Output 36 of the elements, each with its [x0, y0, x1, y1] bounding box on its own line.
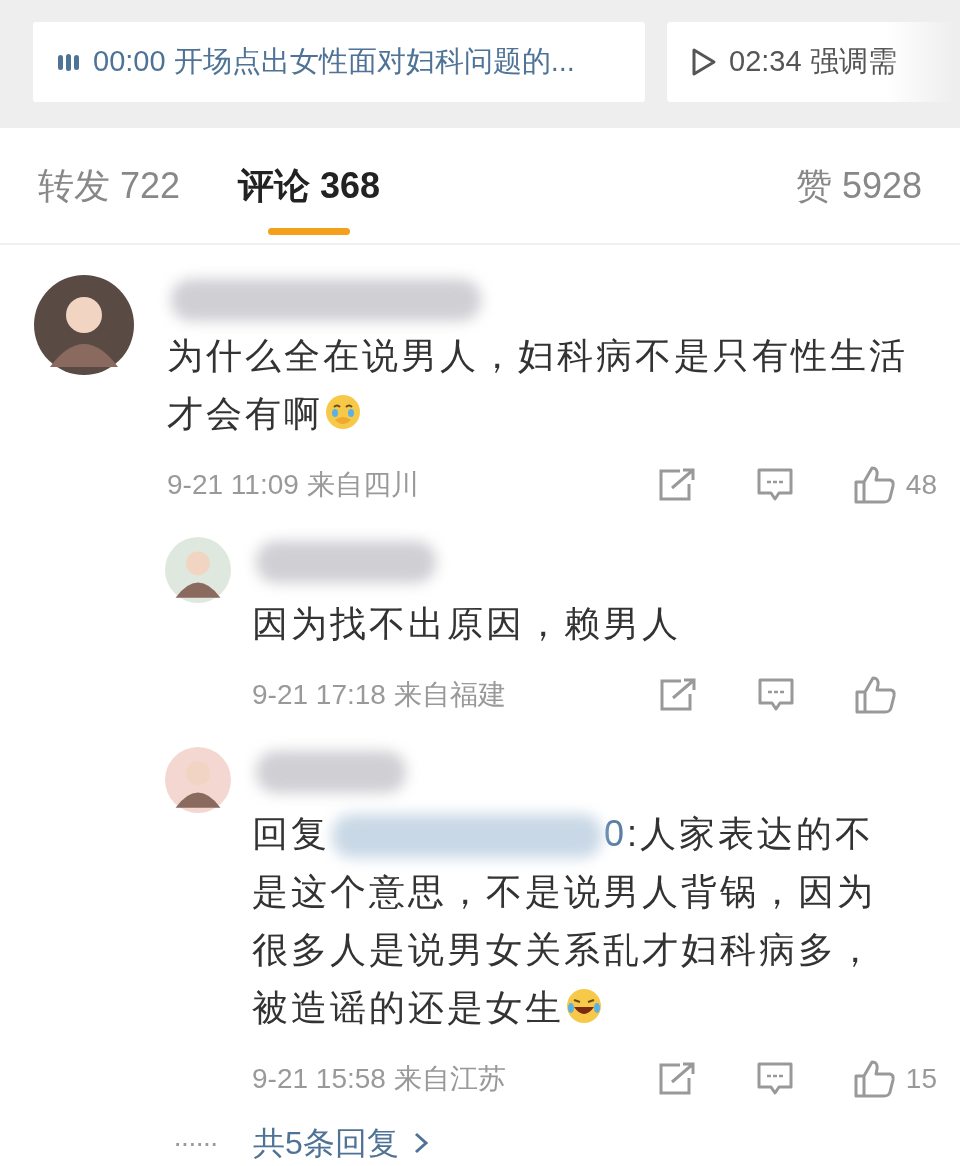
share-icon	[657, 468, 696, 502]
like-button[interactable]: 48	[853, 464, 937, 506]
reply-button[interactable]	[755, 467, 794, 503]
comment-text: 因为找不出原因，赖男人	[252, 602, 682, 646]
chapter-chip[interactable]: 00:00 开场点出女性面对妇科问题的...	[33, 22, 645, 102]
thumbs-up-icon	[853, 1060, 896, 1098]
comment-time: 9-21 15:58 来自江苏	[252, 1062, 506, 1096]
crying-face-icon	[325, 394, 361, 430]
share-icon	[657, 1062, 696, 1096]
share-icon	[659, 678, 697, 712]
laughing-face-icon	[566, 988, 602, 1024]
thumbs-up-icon	[855, 676, 897, 714]
comment-icon	[755, 467, 794, 503]
tab[interactable]: 转发 722	[38, 128, 181, 243]
avatar	[165, 747, 231, 813]
comment-icon	[757, 677, 795, 713]
tab[interactable]: 评论 368	[238, 128, 381, 243]
tab[interactable]: 赞 5928	[795, 128, 922, 243]
share-button[interactable]	[657, 1062, 696, 1096]
thumbs-up-icon	[853, 466, 896, 504]
like-button[interactable]: 15	[853, 1058, 937, 1100]
avatar	[165, 537, 231, 603]
comment-text: 回复 0:人家表达的不是这个意思，不是说男人背锅，因为很多人是说男女关系乱才妇科病多，被造谣的还是女生	[252, 812, 877, 1030]
share-button[interactable]	[659, 678, 697, 712]
play-icon	[691, 47, 717, 77]
share-button[interactable]	[657, 468, 696, 502]
dots: ······	[173, 1126, 218, 1160]
comment-time: 9-21 17:18 来自福建	[252, 678, 506, 712]
reply-button[interactable]	[757, 677, 795, 713]
more-replies-link[interactable]: 共5条回复	[253, 1119, 433, 1166]
comment-time: 9-21 11:09 来自四川	[167, 468, 419, 502]
comment-text: 为什么全在说男人，妇科病不是只有性生活才会有啊	[167, 334, 909, 436]
reply-button[interactable]	[755, 1061, 794, 1097]
comment-icon	[755, 1061, 794, 1097]
like-button[interactable]	[855, 676, 897, 714]
playing-bars-icon	[57, 51, 81, 73]
